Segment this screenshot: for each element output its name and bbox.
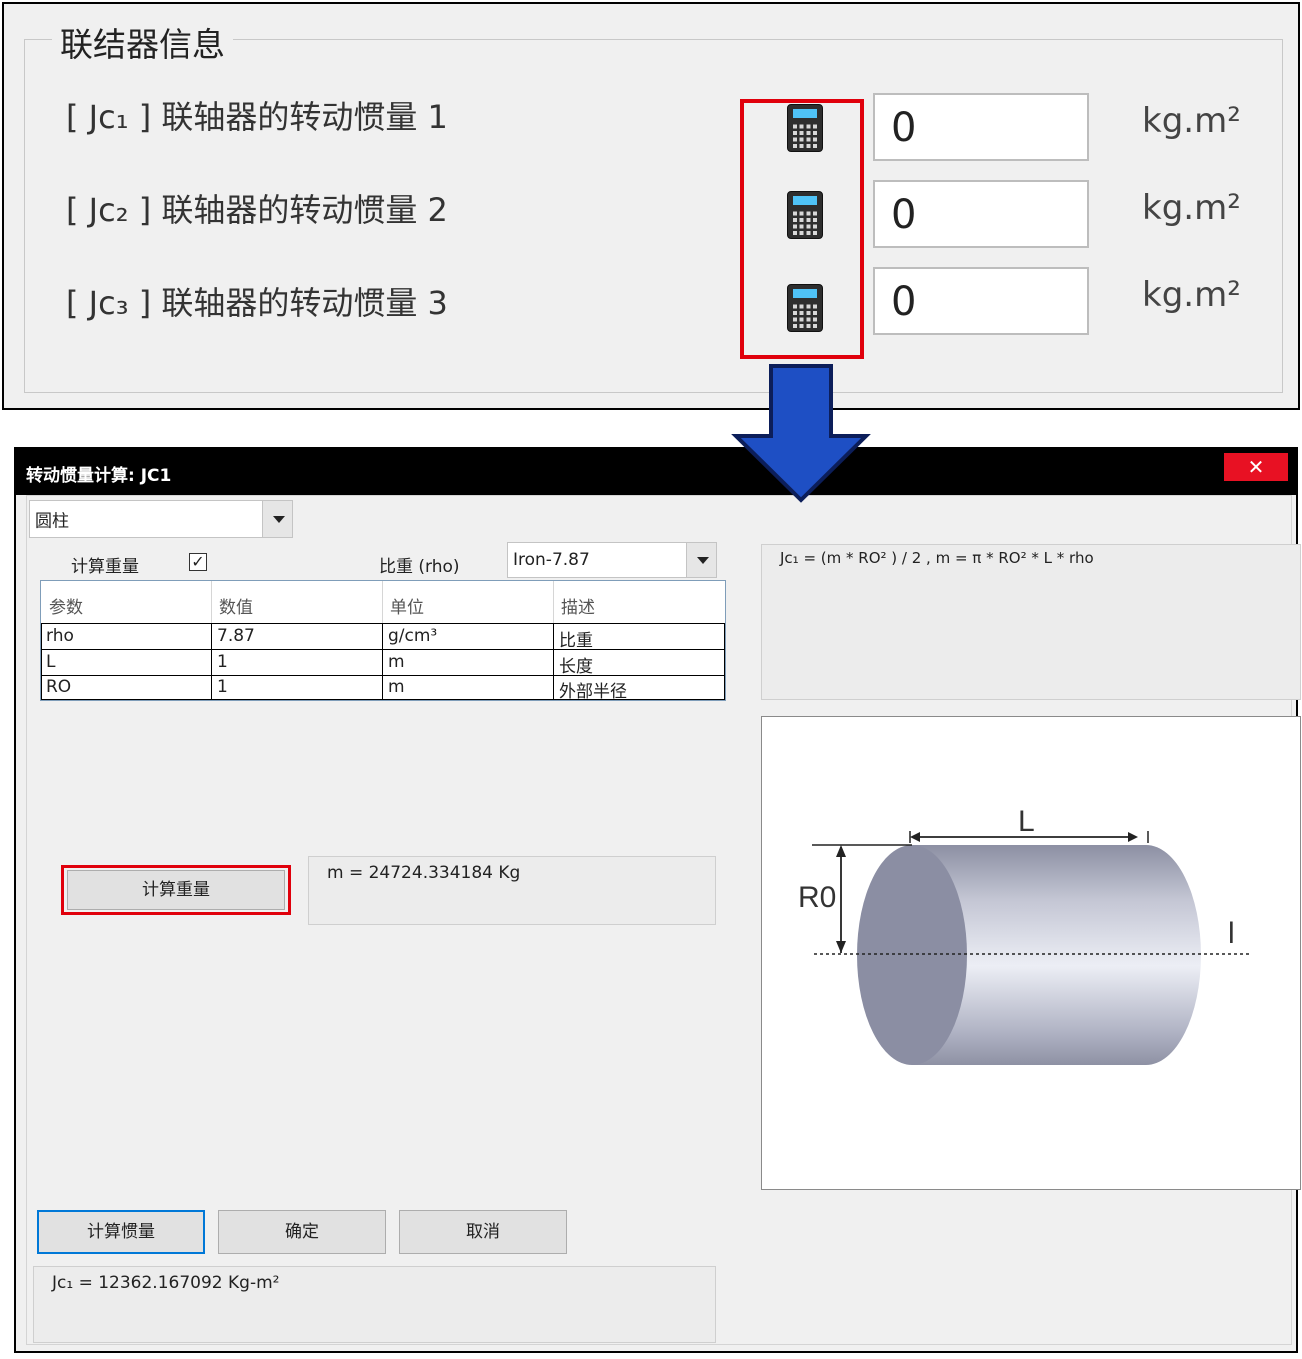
jc1-label: [ Jc₁ ] 联轴器的转动惯量 1 xyxy=(66,98,448,136)
inertia-result-box: Jc₁ = 12362.167092 Kg-m² xyxy=(33,1266,716,1343)
calc-weight-checkbox[interactable]: ✓ xyxy=(189,553,207,571)
ok-button[interactable]: 确定 xyxy=(218,1210,386,1254)
calculator-highlight-box xyxy=(740,99,864,359)
cell-description: 长度 xyxy=(559,657,593,677)
formula-box: Jc₁ = (m * RO² ) / 2 , m = π * RO² * L *… xyxy=(761,544,1301,700)
cell-unit: m xyxy=(388,677,405,697)
length-label: L xyxy=(1018,805,1035,838)
table-header xyxy=(41,581,725,623)
cylinder-diagram: L R0 l xyxy=(798,805,1250,1065)
coupling-info-panel: 联结器信息 [ Jc₁ ] 联轴器的转动惯量 1 [ Jc₂ ] 联轴器的转动惯… xyxy=(2,2,1300,410)
cell-description: 外部半径 xyxy=(559,682,627,702)
inertia-calc-dialog: 转动惯量计算: JC1 ✕ 圆柱 计算重量 ✓ 比重 (rho) Iron-7.… xyxy=(14,447,1301,1353)
jc1-unit: kg.m² xyxy=(1142,101,1241,141)
jc2-label: [ Jc₂ ] 联轴器的转动惯量 2 xyxy=(66,191,448,229)
cancel-button[interactable]: 取消 xyxy=(399,1210,567,1254)
parameter-table: 参数 数值 单位 描述 rho 7.87 g/cm³ 比重 L 1 m 长度 R… xyxy=(40,580,726,702)
dialog-titlebar: 转动惯量计算: JC1 ✕ xyxy=(16,449,1296,495)
cell-param: L xyxy=(46,652,56,672)
cell-unit: m xyxy=(388,652,405,672)
cylinder-end-face xyxy=(857,845,967,1065)
shape-diagram-panel: L R0 l xyxy=(761,716,1301,1190)
calc-inertia-button[interactable]: 计算惯量 xyxy=(37,1210,205,1254)
cell-value[interactable]: 1 xyxy=(217,677,228,697)
column-header[interactable]: 单位 xyxy=(390,593,424,618)
jc1-value-input[interactable]: 0 xyxy=(873,93,1089,161)
cell-param: rho xyxy=(46,626,74,646)
cell-value[interactable]: 1 xyxy=(217,652,228,672)
density-select[interactable]: Iron-7.87 xyxy=(507,542,717,578)
column-header[interactable]: 参数 xyxy=(49,593,83,618)
dialog-client-area: 圆柱 计算重量 ✓ 比重 (rho) Iron-7.87 参数 数值 单位 描述 xyxy=(26,495,1301,1345)
table-row[interactable]: L 1 m 长度 xyxy=(41,650,725,677)
jc2-value-input[interactable]: 0 xyxy=(873,180,1089,248)
chevron-down-icon[interactable] xyxy=(686,543,716,577)
chevron-down-icon[interactable] xyxy=(262,501,292,537)
dialog-title: 转动惯量计算: JC1 xyxy=(26,466,172,486)
arrow-down-icon xyxy=(731,364,871,503)
density-select-value: Iron-7.87 xyxy=(513,550,590,570)
shape-select[interactable]: 圆柱 xyxy=(29,500,293,538)
weight-result-box: m = 24724.334184 Kg xyxy=(308,856,716,925)
cell-param: RO xyxy=(46,677,72,697)
column-header[interactable]: 描述 xyxy=(561,593,595,618)
cell-unit: g/cm³ xyxy=(388,626,438,646)
jc3-unit: kg.m² xyxy=(1142,275,1241,315)
column-header[interactable]: 数值 xyxy=(219,593,253,618)
cell-description: 比重 xyxy=(559,631,593,651)
cell-value[interactable]: 7.87 xyxy=(217,626,255,646)
jc3-value-input[interactable]: 0 xyxy=(873,267,1089,335)
density-label: 比重 (rho) xyxy=(379,557,460,577)
calc-weight-checkbox-label: 计算重量 xyxy=(71,557,139,577)
groupbox-title: 联结器信息 xyxy=(52,18,233,66)
table-row[interactable]: rho 7.87 g/cm³ 比重 xyxy=(41,624,725,651)
jc2-unit: kg.m² xyxy=(1142,188,1241,228)
jc3-label: [ Jc₃ ] 联轴器的转动惯量 3 xyxy=(66,284,448,322)
calc-weight-highlight-box xyxy=(61,865,291,915)
close-button[interactable]: ✕ xyxy=(1224,453,1288,481)
table-row[interactable]: RO 1 m 外部半径 xyxy=(41,676,725,702)
radius-label: R0 xyxy=(798,881,836,914)
axis-label: l xyxy=(1228,917,1235,950)
shape-select-value: 圆柱 xyxy=(35,511,69,532)
